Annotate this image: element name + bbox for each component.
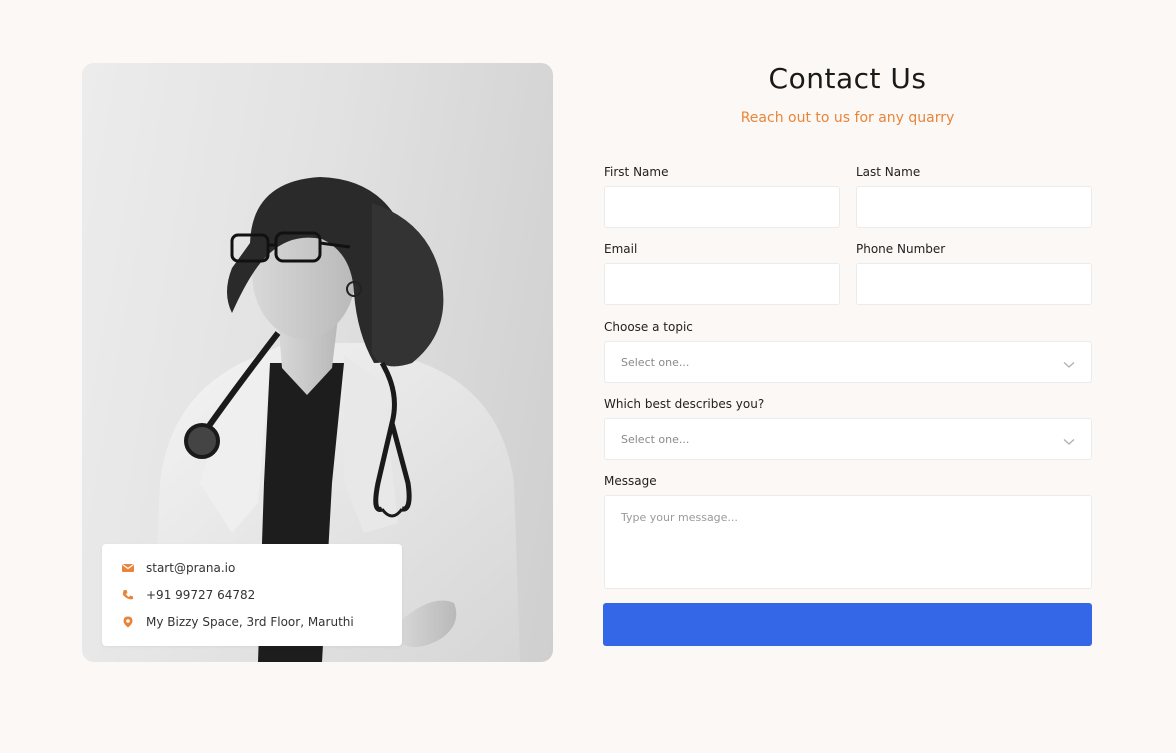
location-pin-icon	[123, 616, 133, 628]
describes-select[interactable]: Select one...	[604, 418, 1092, 460]
contact-address-row: My Bizzy Space, 3rd Floor, Maruthi	[122, 612, 354, 632]
submit-button[interactable]	[603, 603, 1092, 646]
last-name-label: Last Name	[856, 165, 921, 179]
topic-select[interactable]: Select one...	[604, 341, 1092, 383]
email-label: Email	[604, 242, 638, 256]
page-subtitle: Reach out to us for any quarry	[740, 110, 955, 126]
last-name-input[interactable]	[856, 186, 1092, 228]
describes-label: Which best describes you?	[604, 397, 765, 411]
envelope-icon	[122, 564, 134, 572]
contact-address: My Bizzy Space, 3rd Floor, Maruthi	[146, 615, 354, 629]
contact-phone[interactable]: +91 99727 64782	[146, 588, 255, 602]
phone-icon	[122, 590, 133, 600]
contact-email-row: start@prana.io	[122, 558, 235, 578]
topic-selected-value: Select one...	[621, 355, 690, 369]
first-name-label: First Name	[604, 165, 669, 179]
contact-page: start@prana.io +91 99727 64782 My Bizzy …	[0, 0, 1176, 753]
contact-info-card: start@prana.io +91 99727 64782 My Bizzy …	[102, 544, 402, 646]
message-textarea[interactable]	[604, 495, 1092, 589]
contact-phone-row: +91 99727 64782	[122, 585, 255, 605]
email-input[interactable]	[604, 263, 840, 305]
page-title: Contact Us	[768, 62, 927, 95]
chevron-down-icon	[1063, 439, 1075, 445]
topic-label: Choose a topic	[604, 320, 693, 334]
contact-email[interactable]: start@prana.io	[146, 561, 235, 575]
phone-number-label: Phone Number	[856, 242, 946, 256]
chevron-down-icon	[1063, 362, 1075, 368]
first-name-input[interactable]	[604, 186, 840, 228]
message-label: Message	[604, 474, 657, 488]
describes-selected-value: Select one...	[621, 432, 690, 446]
phone-number-input[interactable]	[856, 263, 1092, 305]
